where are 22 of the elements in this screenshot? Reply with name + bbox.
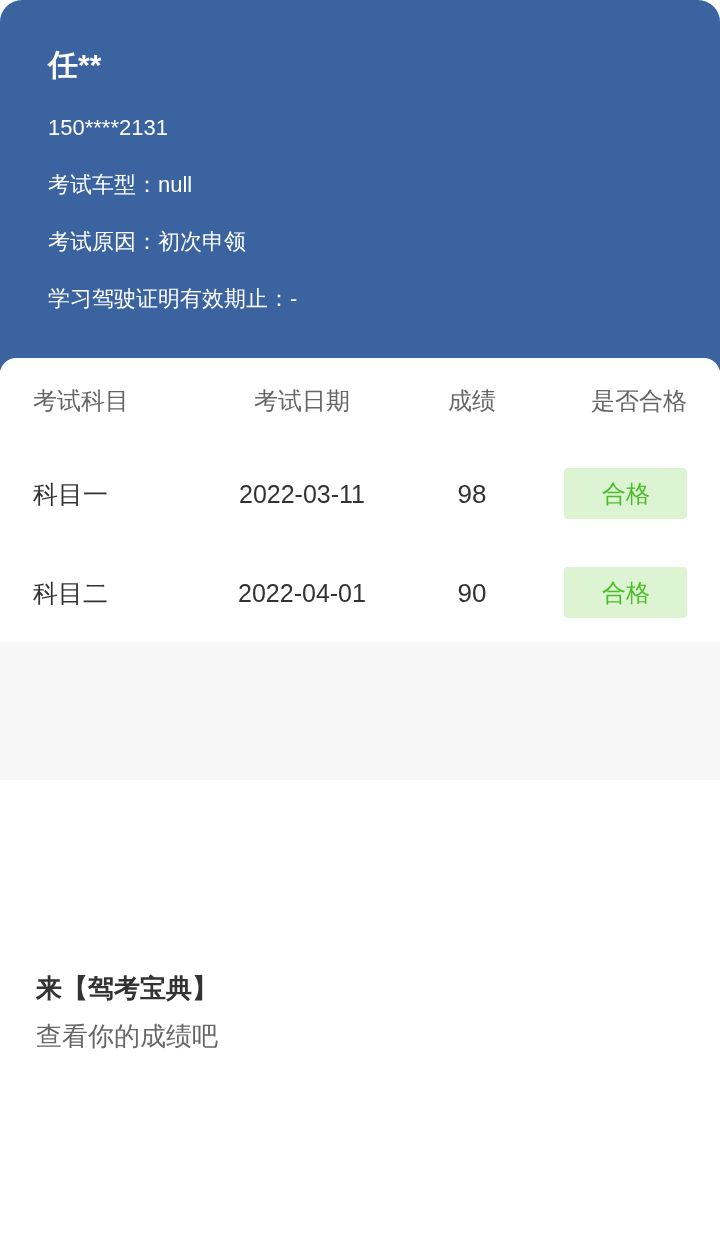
field-label: 考试原因：: [48, 227, 158, 256]
result-badge: 合格: [564, 468, 687, 519]
phone-number: 150****2131: [48, 113, 168, 142]
column-header: 考试科目: [33, 386, 129, 416]
field-label: 考试车型：: [48, 170, 158, 199]
field-value: 初次申领: [158, 227, 246, 256]
promo-title: 来【驾考宝典】: [36, 972, 218, 1005]
column-header: 成绩: [448, 386, 496, 416]
column-header: 是否合格: [591, 386, 687, 416]
table-cell-text: 科目二: [33, 577, 108, 609]
column-header: 考试日期: [254, 386, 350, 416]
promo-subtitle: 查看你的成绩吧: [36, 1020, 218, 1053]
field-value: -: [290, 284, 298, 313]
table-cell-text: 2022-04-01: [238, 577, 366, 609]
table-cell-text: 98: [457, 477, 487, 511]
table-cell-text: 2022-03-11: [239, 478, 365, 510]
result-badge: 合格: [564, 567, 687, 618]
table-cell-text: 90: [457, 576, 487, 610]
field-value: null: [158, 170, 193, 199]
user-name: 任**: [48, 47, 102, 83]
table-cell-text: 科目一: [33, 478, 108, 510]
field-label: 学习驾驶证明有效期止：: [48, 284, 290, 313]
